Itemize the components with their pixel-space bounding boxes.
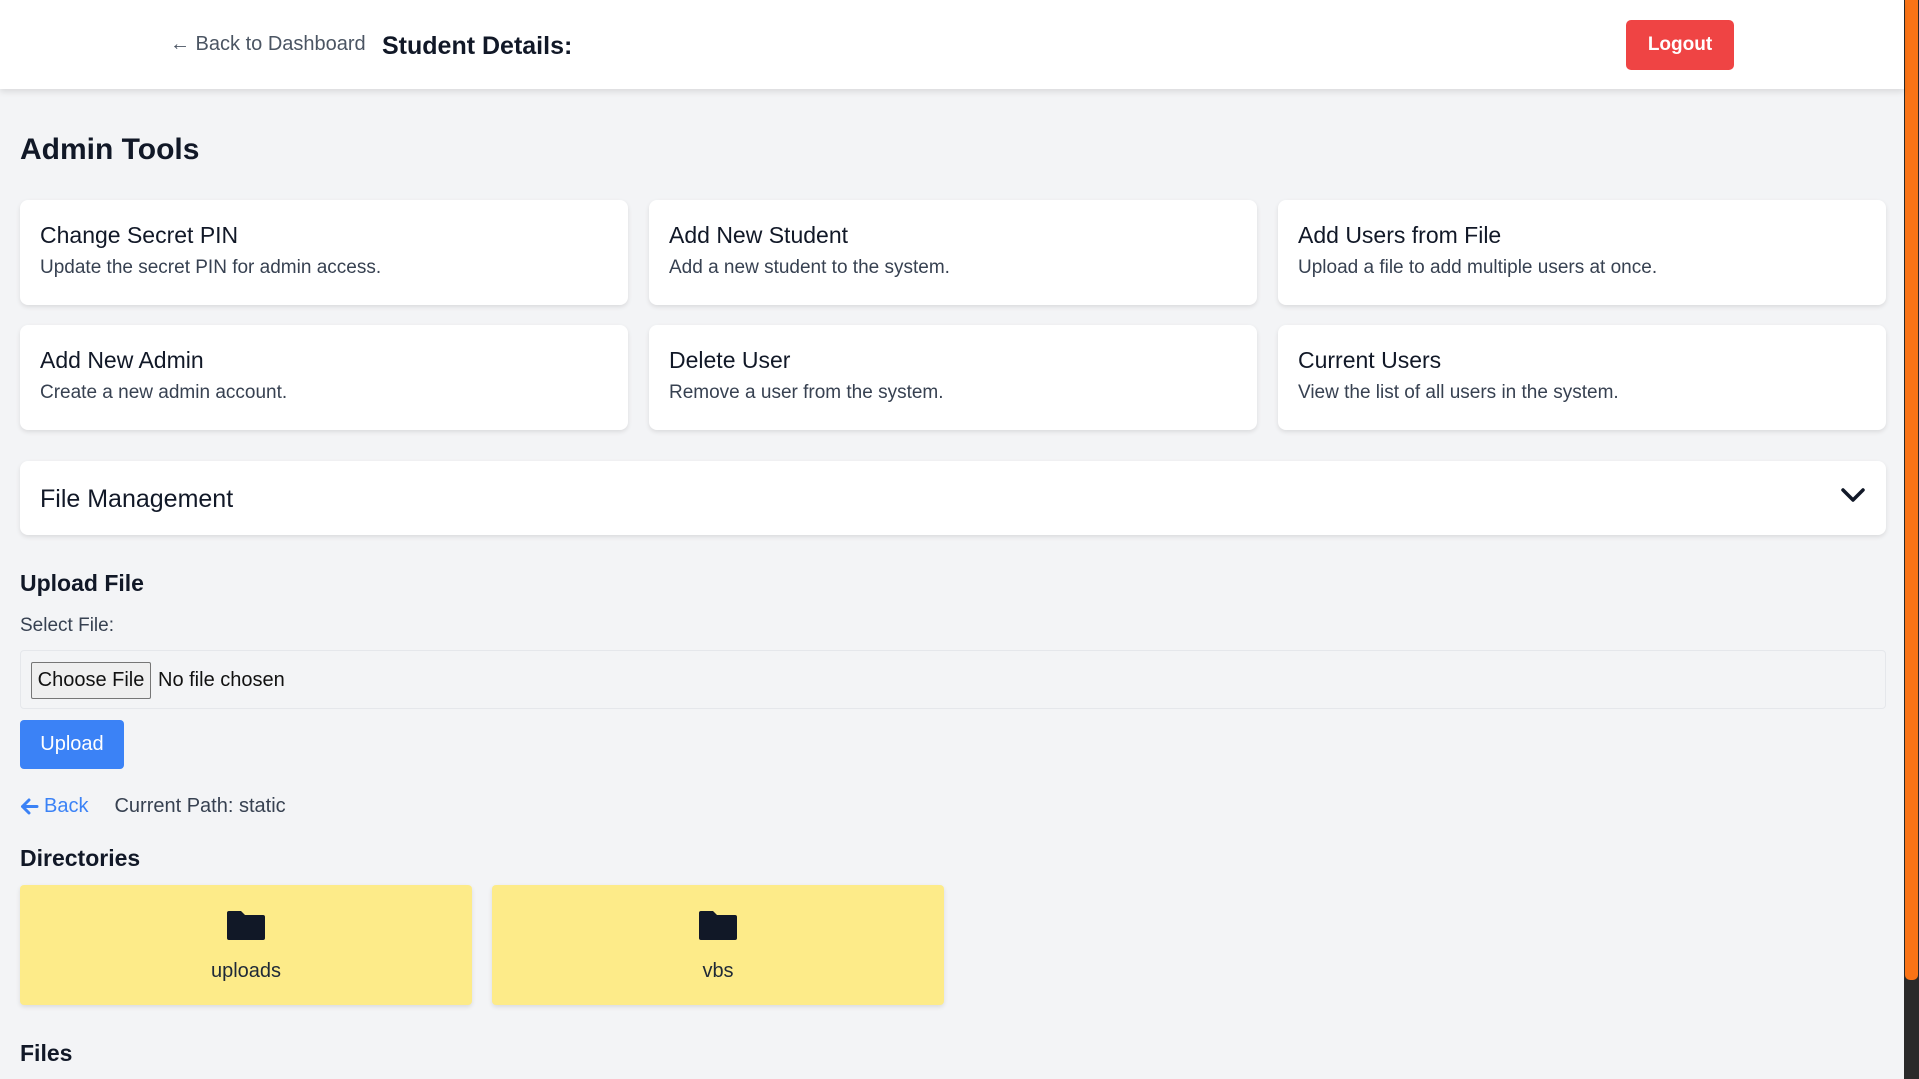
top-header: ← Back to Dashboard Student Details: Log… — [0, 0, 1904, 89]
directories-title: Directories — [20, 845, 141, 871]
directory-name: vbs — [702, 960, 734, 982]
upload-button[interactable]: Upload — [20, 720, 124, 769]
current-users-card[interactable]: Current Users View the list of all users… — [1278, 325, 1886, 430]
directory-uploads[interactable]: uploads — [20, 885, 472, 1005]
file-input[interactable]: Choose File No file chosen — [20, 650, 1886, 709]
upload-file-title: Upload File — [20, 570, 144, 596]
page: ← Back to Dashboard Student Details: Log… — [0, 0, 1904, 1079]
back-to-dashboard-link[interactable]: ← Back to Dashboard — [170, 33, 366, 56]
card-title: Add Users from File — [1298, 222, 1502, 248]
file-management-toggle[interactable]: File Management — [20, 461, 1886, 535]
card-description: View the list of all users in the system… — [1298, 382, 1619, 403]
directory-name: uploads — [210, 960, 282, 982]
back-label: Back — [44, 794, 89, 817]
path-navigation: Back Current Path: static — [20, 794, 286, 818]
page-title: Student Details: — [382, 32, 573, 60]
folder-icon — [227, 911, 265, 940]
card-title: Change Secret PIN — [40, 222, 239, 248]
card-title: Add New Admin — [40, 347, 204, 373]
card-title: Delete User — [669, 347, 791, 373]
directory-vbs[interactable]: vbs — [492, 885, 944, 1005]
file-management-title: File Management — [40, 485, 234, 513]
folder-icon — [699, 911, 737, 940]
add-users-from-file-card[interactable]: Add Users from File Upload a file to add… — [1278, 200, 1886, 305]
card-description: Add a new student to the system. — [669, 257, 950, 278]
card-title: Add New Student — [669, 222, 849, 248]
card-description: Create a new admin account. — [40, 382, 288, 403]
card-description: Remove a user from the system. — [669, 382, 944, 403]
card-description: Upload a file to add multiple users at o… — [1298, 257, 1658, 278]
current-path: Current Path: static — [114, 794, 286, 817]
no-file-chosen-text: No file chosen — [158, 669, 285, 691]
logout-button[interactable]: Logout — [1626, 20, 1734, 70]
files-title: Files — [20, 1040, 73, 1066]
add-new-student-card[interactable]: Add New Student Add a new student to the… — [649, 200, 1257, 305]
admin-tools-title: Admin Tools — [20, 133, 200, 166]
delete-user-card[interactable]: Delete User Remove a user from the syste… — [649, 325, 1257, 430]
choose-file-button[interactable]: Choose File — [31, 662, 151, 699]
arrow-left-icon — [21, 798, 39, 814]
change-secret-pin-card[interactable]: Change Secret PIN Update the secret PIN … — [20, 200, 628, 305]
chevron-down-icon — [1841, 488, 1865, 502]
card-title: Current Users — [1298, 347, 1442, 373]
card-description: Update the secret PIN for admin access. — [40, 257, 382, 278]
scrollbar-thumb[interactable] — [1905, 0, 1918, 980]
select-file-label: Select File: — [20, 615, 114, 636]
back-button[interactable]: Back — [20, 795, 88, 818]
add-new-admin-card[interactable]: Add New Admin Create a new admin account… — [20, 325, 628, 430]
